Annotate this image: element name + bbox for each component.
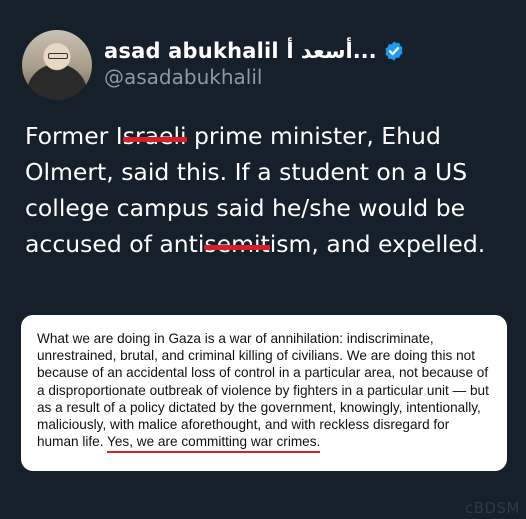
quote-line-5: as a result of a policy dictated by the …: [37, 399, 481, 415]
avatar[interactable]: [22, 30, 92, 100]
tweet-line-4-end: ism, and expelled.: [269, 230, 486, 258]
struck-word-israeli: sraeli: [122, 122, 187, 150]
author-names: asad abukhalil أسعد أ... @asadabukhalil: [104, 39, 405, 89]
tweet-line-1-start: Former I: [25, 122, 123, 150]
watermark: cBDSM: [464, 499, 520, 517]
quote-line-4: a disproportionate outbreak of violence …: [37, 382, 489, 398]
tweet-line-4-start: accused of anti: [25, 230, 205, 258]
avatar-glasses: [48, 53, 68, 59]
tweet-line-3: college campus said he/she would be: [25, 194, 466, 222]
quote-line-1: What we are doing in Gaza is a war of an…: [37, 331, 434, 346]
tweet-line-4: accused of antisemitism, and expelled.: [25, 226, 515, 262]
quote-image-card[interactable]: What we are doing in Gaza is a war of an…: [21, 315, 507, 471]
quote-line-6: maliciously, with malice aforethought, a…: [37, 417, 450, 433]
author-handle[interactable]: @asadabukhalil: [104, 65, 405, 89]
tweet-line-2: Olmert, said this. If a student on a US: [25, 158, 468, 186]
quote-line-3: because of an accidental loss of control…: [37, 365, 489, 381]
author-display-name[interactable]: asad abukhalil أسعد أ...: [104, 39, 377, 63]
quote-line-2: unrestrained, brutal, and criminal killi…: [37, 348, 475, 364]
quote-line-7-start: human life.: [37, 434, 108, 450]
tweet-line-1: Former Israeli prime minister, Ehud: [25, 118, 515, 154]
struck-word-semit: semit: [204, 230, 270, 258]
name-row: asad abukhalil أسعد أ...: [104, 39, 405, 63]
underlined-war-crimes: Yes, we are committing war crimes.: [107, 434, 321, 450]
tweet-line-1-end: prime minister, Ehud: [186, 122, 441, 150]
tweet-header: asad abukhalil أسعد أ... @asadabukhalil: [22, 30, 405, 100]
verified-badge-icon: [385, 41, 403, 61]
tweet-text: Former Israeli prime minister, Ehud Olme…: [25, 118, 515, 262]
quote-text: What we are doing in Gaza is a war of an…: [37, 330, 497, 450]
quote-line-7: human life. Yes, we are committing war c…: [37, 433, 497, 450]
